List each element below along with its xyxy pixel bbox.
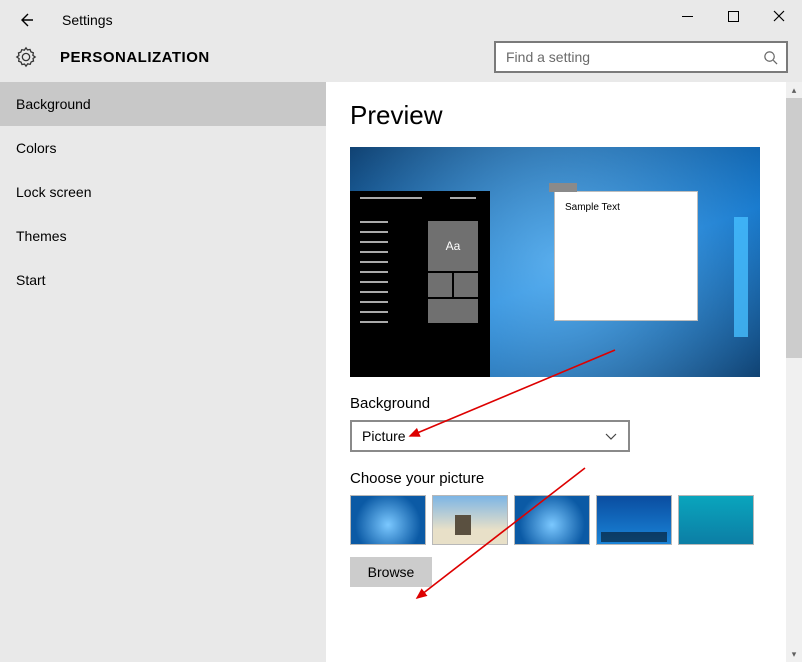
preview-heading: Preview	[350, 100, 778, 131]
search-icon	[760, 50, 780, 65]
browse-button[interactable]: Browse	[350, 557, 432, 587]
desktop-preview: Aa Sample Text	[350, 147, 760, 377]
maximize-button[interactable]	[710, 0, 756, 32]
picture-thumb-3[interactable]	[514, 495, 590, 545]
preview-sample-window: Sample Text	[554, 191, 698, 321]
back-button[interactable]	[8, 2, 44, 38]
sidebar: Background Colors Lock screen Themes Sta…	[0, 82, 326, 662]
scroll-thumb[interactable]	[786, 98, 802, 358]
sidebar-item-label: Background	[16, 96, 91, 112]
sidebar-item-start[interactable]: Start	[0, 258, 326, 302]
minimize-icon	[682, 11, 693, 22]
preview-tile-aa: Aa	[428, 221, 478, 271]
sidebar-item-label: Themes	[16, 228, 67, 244]
window-controls	[664, 0, 802, 32]
search-box[interactable]	[494, 41, 788, 73]
maximize-icon	[728, 11, 739, 22]
sidebar-item-label: Lock screen	[16, 184, 91, 200]
sidebar-item-background[interactable]: Background	[0, 82, 326, 126]
scroll-down-icon[interactable]: ▾	[786, 646, 802, 662]
picture-thumb-5[interactable]	[678, 495, 754, 545]
vertical-scrollbar[interactable]: ▴ ▾	[786, 82, 802, 662]
picture-thumb-4[interactable]	[596, 495, 672, 545]
chevron-down-icon	[604, 429, 618, 443]
sidebar-item-colors[interactable]: Colors	[0, 126, 326, 170]
sidebar-item-themes[interactable]: Themes	[0, 214, 326, 258]
sidebar-item-lock-screen[interactable]: Lock screen	[0, 170, 326, 214]
background-dropdown[interactable]: Picture	[350, 420, 630, 452]
background-label: Background	[350, 395, 778, 412]
scroll-up-icon[interactable]: ▴	[786, 82, 802, 98]
choose-picture-label: Choose your picture	[350, 470, 778, 487]
content-pane: Preview Aa Sample Text Background P	[326, 82, 802, 662]
picture-thumb-1[interactable]	[350, 495, 426, 545]
browse-button-label: Browse	[368, 564, 415, 580]
header-row: PERSONALIZATION	[0, 40, 802, 82]
sidebar-item-label: Colors	[16, 140, 56, 156]
close-button[interactable]	[756, 0, 802, 32]
background-dropdown-value: Picture	[362, 428, 406, 444]
search-input[interactable]	[506, 49, 760, 65]
minimize-button[interactable]	[664, 0, 710, 32]
gear-icon	[14, 45, 38, 69]
category-title: PERSONALIZATION	[60, 49, 210, 66]
close-icon	[773, 10, 785, 22]
picture-thumbnails	[350, 495, 778, 545]
title-bar: Settings	[0, 0, 802, 40]
window-title: Settings	[62, 12, 113, 28]
picture-thumb-2[interactable]	[432, 495, 508, 545]
preview-sample-text: Sample Text	[555, 192, 697, 223]
arrow-left-icon	[17, 11, 35, 29]
sidebar-item-label: Start	[16, 272, 46, 288]
